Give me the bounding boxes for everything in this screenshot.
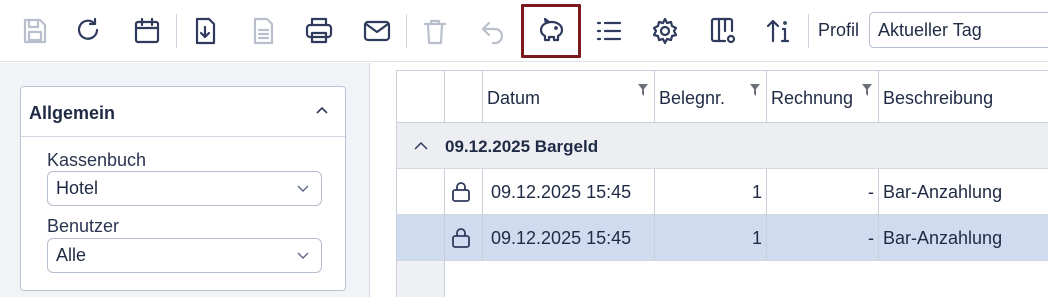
print-button[interactable] bbox=[298, 8, 340, 54]
trash-icon bbox=[423, 19, 447, 45]
column-header-beschreibung[interactable]: Beschreibung bbox=[879, 71, 1048, 123]
list-icon bbox=[596, 21, 622, 41]
profil-label: Profil bbox=[818, 20, 860, 40]
filter-group-header[interactable]: Allgemein bbox=[21, 87, 345, 137]
refresh-button[interactable] bbox=[67, 8, 109, 54]
beschreibung-cell: Bar-Anzahlung bbox=[883, 228, 1003, 248]
undo-icon bbox=[481, 21, 504, 45]
column-settings-icon bbox=[710, 17, 736, 44]
filter-pane: Allgemein Kassenbuch Hotel Benutzer Alle bbox=[0, 63, 370, 297]
mail-button[interactable] bbox=[356, 8, 398, 54]
calendar-button[interactable] bbox=[126, 8, 168, 54]
column-label-datum: Datum bbox=[487, 88, 541, 108]
settings-button[interactable] bbox=[644, 8, 686, 54]
toolbar-separator bbox=[808, 14, 809, 48]
filter-group-allgemein: Allgemein Kassenbuch Hotel Benutzer Alle bbox=[20, 86, 346, 291]
document-icon bbox=[253, 17, 274, 45]
belegnr-cell: 1 bbox=[655, 169, 767, 215]
sort-info-button[interactable] bbox=[758, 8, 800, 54]
export-button[interactable] bbox=[184, 8, 226, 54]
save-icon bbox=[23, 18, 47, 44]
lock-cell bbox=[445, 215, 483, 261]
benutzer-select[interactable]: Alle bbox=[47, 238, 322, 273]
filter-icon[interactable] bbox=[749, 83, 761, 97]
column-header-belegnr[interactable]: Belegnr. bbox=[655, 71, 767, 123]
list-button[interactable] bbox=[588, 8, 630, 54]
printer-icon bbox=[305, 17, 333, 44]
chevron-up-icon[interactable] bbox=[414, 141, 428, 151]
filter-group-title: Allgemein bbox=[29, 103, 116, 123]
column-header-datum[interactable]: Datum bbox=[483, 71, 655, 123]
column-label-beschreibung: Beschreibung bbox=[883, 88, 994, 108]
row-indicator-cell bbox=[397, 215, 445, 261]
document-button[interactable] bbox=[242, 8, 284, 54]
datum-cell: 09.12.2025 15:45 bbox=[483, 215, 655, 261]
benutzer-value: Alle bbox=[56, 245, 87, 265]
kassenbuch-select[interactable]: Hotel bbox=[47, 171, 322, 206]
row-indicator-cell bbox=[397, 169, 445, 215]
chevron-down-icon bbox=[297, 252, 309, 259]
piggy-bank-icon bbox=[539, 17, 564, 42]
toolbar-separator bbox=[176, 14, 177, 48]
toolbar-separator bbox=[406, 14, 407, 48]
column-header-lock bbox=[445, 71, 483, 123]
beschreibung-cell: Bar-Anzahlung bbox=[883, 182, 1003, 202]
profil-select[interactable]: Aktueller Tag bbox=[869, 12, 1048, 48]
filter-icon[interactable] bbox=[637, 83, 649, 97]
column-label-belegnr: Belegnr. bbox=[659, 88, 726, 108]
lock-icon bbox=[452, 228, 470, 248]
kassenbuch-value: Hotel bbox=[56, 178, 99, 198]
datum-cell: 09.12.2025 15:45 bbox=[483, 169, 655, 215]
cashbook-grid: Datum Belegnr. Rechnung Beschreibung 09.… bbox=[396, 70, 1048, 297]
column-settings-button[interactable] bbox=[702, 8, 744, 54]
undo-button[interactable] bbox=[472, 8, 514, 54]
lock-cell bbox=[445, 169, 483, 215]
belegnr-cell: 1 bbox=[655, 215, 767, 261]
chevron-up-icon[interactable] bbox=[315, 103, 329, 117]
toolbar: Profil Aktueller Tag bbox=[0, 0, 1048, 62]
cash-register-button[interactable] bbox=[521, 4, 581, 58]
row-indicator-cell bbox=[397, 261, 445, 297]
export-download-icon bbox=[195, 17, 216, 45]
table-row[interactable]: 09.12.2025 15:45 1 - Bar-Anzahlung bbox=[397, 169, 1048, 215]
table-row[interactable]: 09.12.2025 15:45 1 - Bar-Anzahlung bbox=[397, 215, 1048, 261]
group-label: 09.12.2025 Bargeld bbox=[445, 137, 599, 156]
delete-button[interactable] bbox=[414, 8, 456, 54]
column-label-rechnung: Rechnung bbox=[771, 88, 854, 108]
chevron-down-icon bbox=[297, 185, 309, 192]
kassenbuch-label: Kassenbuch bbox=[47, 150, 147, 170]
lock-icon bbox=[452, 182, 470, 202]
rechnung-cell: - bbox=[767, 169, 879, 215]
calendar-icon bbox=[134, 17, 160, 44]
column-header-indicator bbox=[397, 71, 445, 123]
filter-icon[interactable] bbox=[861, 83, 873, 97]
group-row[interactable]: 09.12.2025 Bargeld bbox=[397, 123, 1048, 169]
rechnung-cell: - bbox=[767, 215, 879, 261]
benutzer-label: Benutzer bbox=[47, 216, 120, 236]
sort-info-icon bbox=[766, 19, 790, 43]
gear-icon bbox=[652, 17, 678, 45]
empty-row bbox=[397, 261, 1048, 297]
save-button[interactable] bbox=[13, 8, 55, 54]
mail-icon bbox=[363, 20, 391, 42]
refresh-icon bbox=[77, 17, 99, 40]
column-header-rechnung[interactable]: Rechnung bbox=[767, 71, 879, 123]
